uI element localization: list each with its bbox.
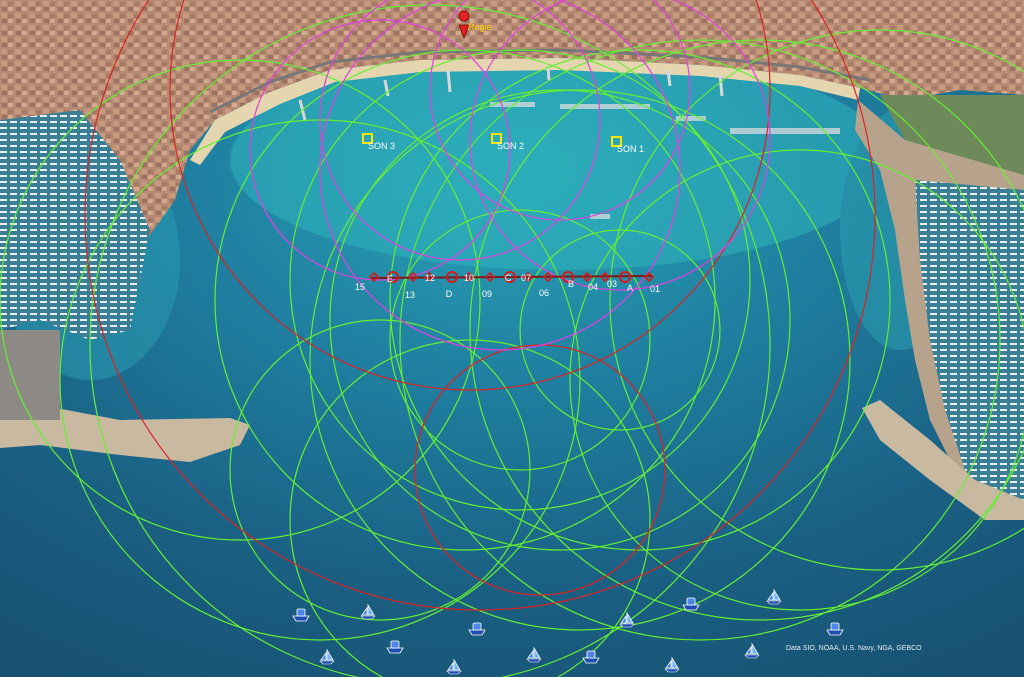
port-parking [0,330,60,420]
marker-label: 13 [405,290,415,300]
marker-label: B [568,279,574,289]
marker-label: 03 [607,279,617,289]
regie-label: Regie [468,22,492,32]
marker-label: 06 [539,288,549,298]
marker-label: 04 [588,282,598,292]
marker-label: 07 [521,273,531,283]
marker-label: 12 [425,273,435,283]
marker-label: D [446,289,453,299]
sound-point-label: SON 2 [497,141,524,151]
marker-label: 09 [482,289,492,299]
sound-point-label: SON 1 [617,144,644,154]
sound-point-label: SON 3 [368,141,395,151]
map-view[interactable]: 15 E 13 12 D 10 09 C 07 06 B 04 03 A 01 SON 3 SON 2 SO… [0,0,1024,677]
map-attribution: Data SIO, NOAA, U.S. Navy, NGA, GEBCO [786,645,922,652]
marker-label: A [627,283,633,293]
marker-label: E [387,274,393,284]
satellite-map[interactable]: 15 E 13 12 D 10 09 C 07 06 B 04 03 A 01 SON 3 SON 2 SO… [0,0,1024,677]
marker-label: C [505,273,512,283]
marker-label: 01 [650,284,660,294]
marker-label: 10 [464,273,474,283]
marker-label: 15 [355,282,365,292]
